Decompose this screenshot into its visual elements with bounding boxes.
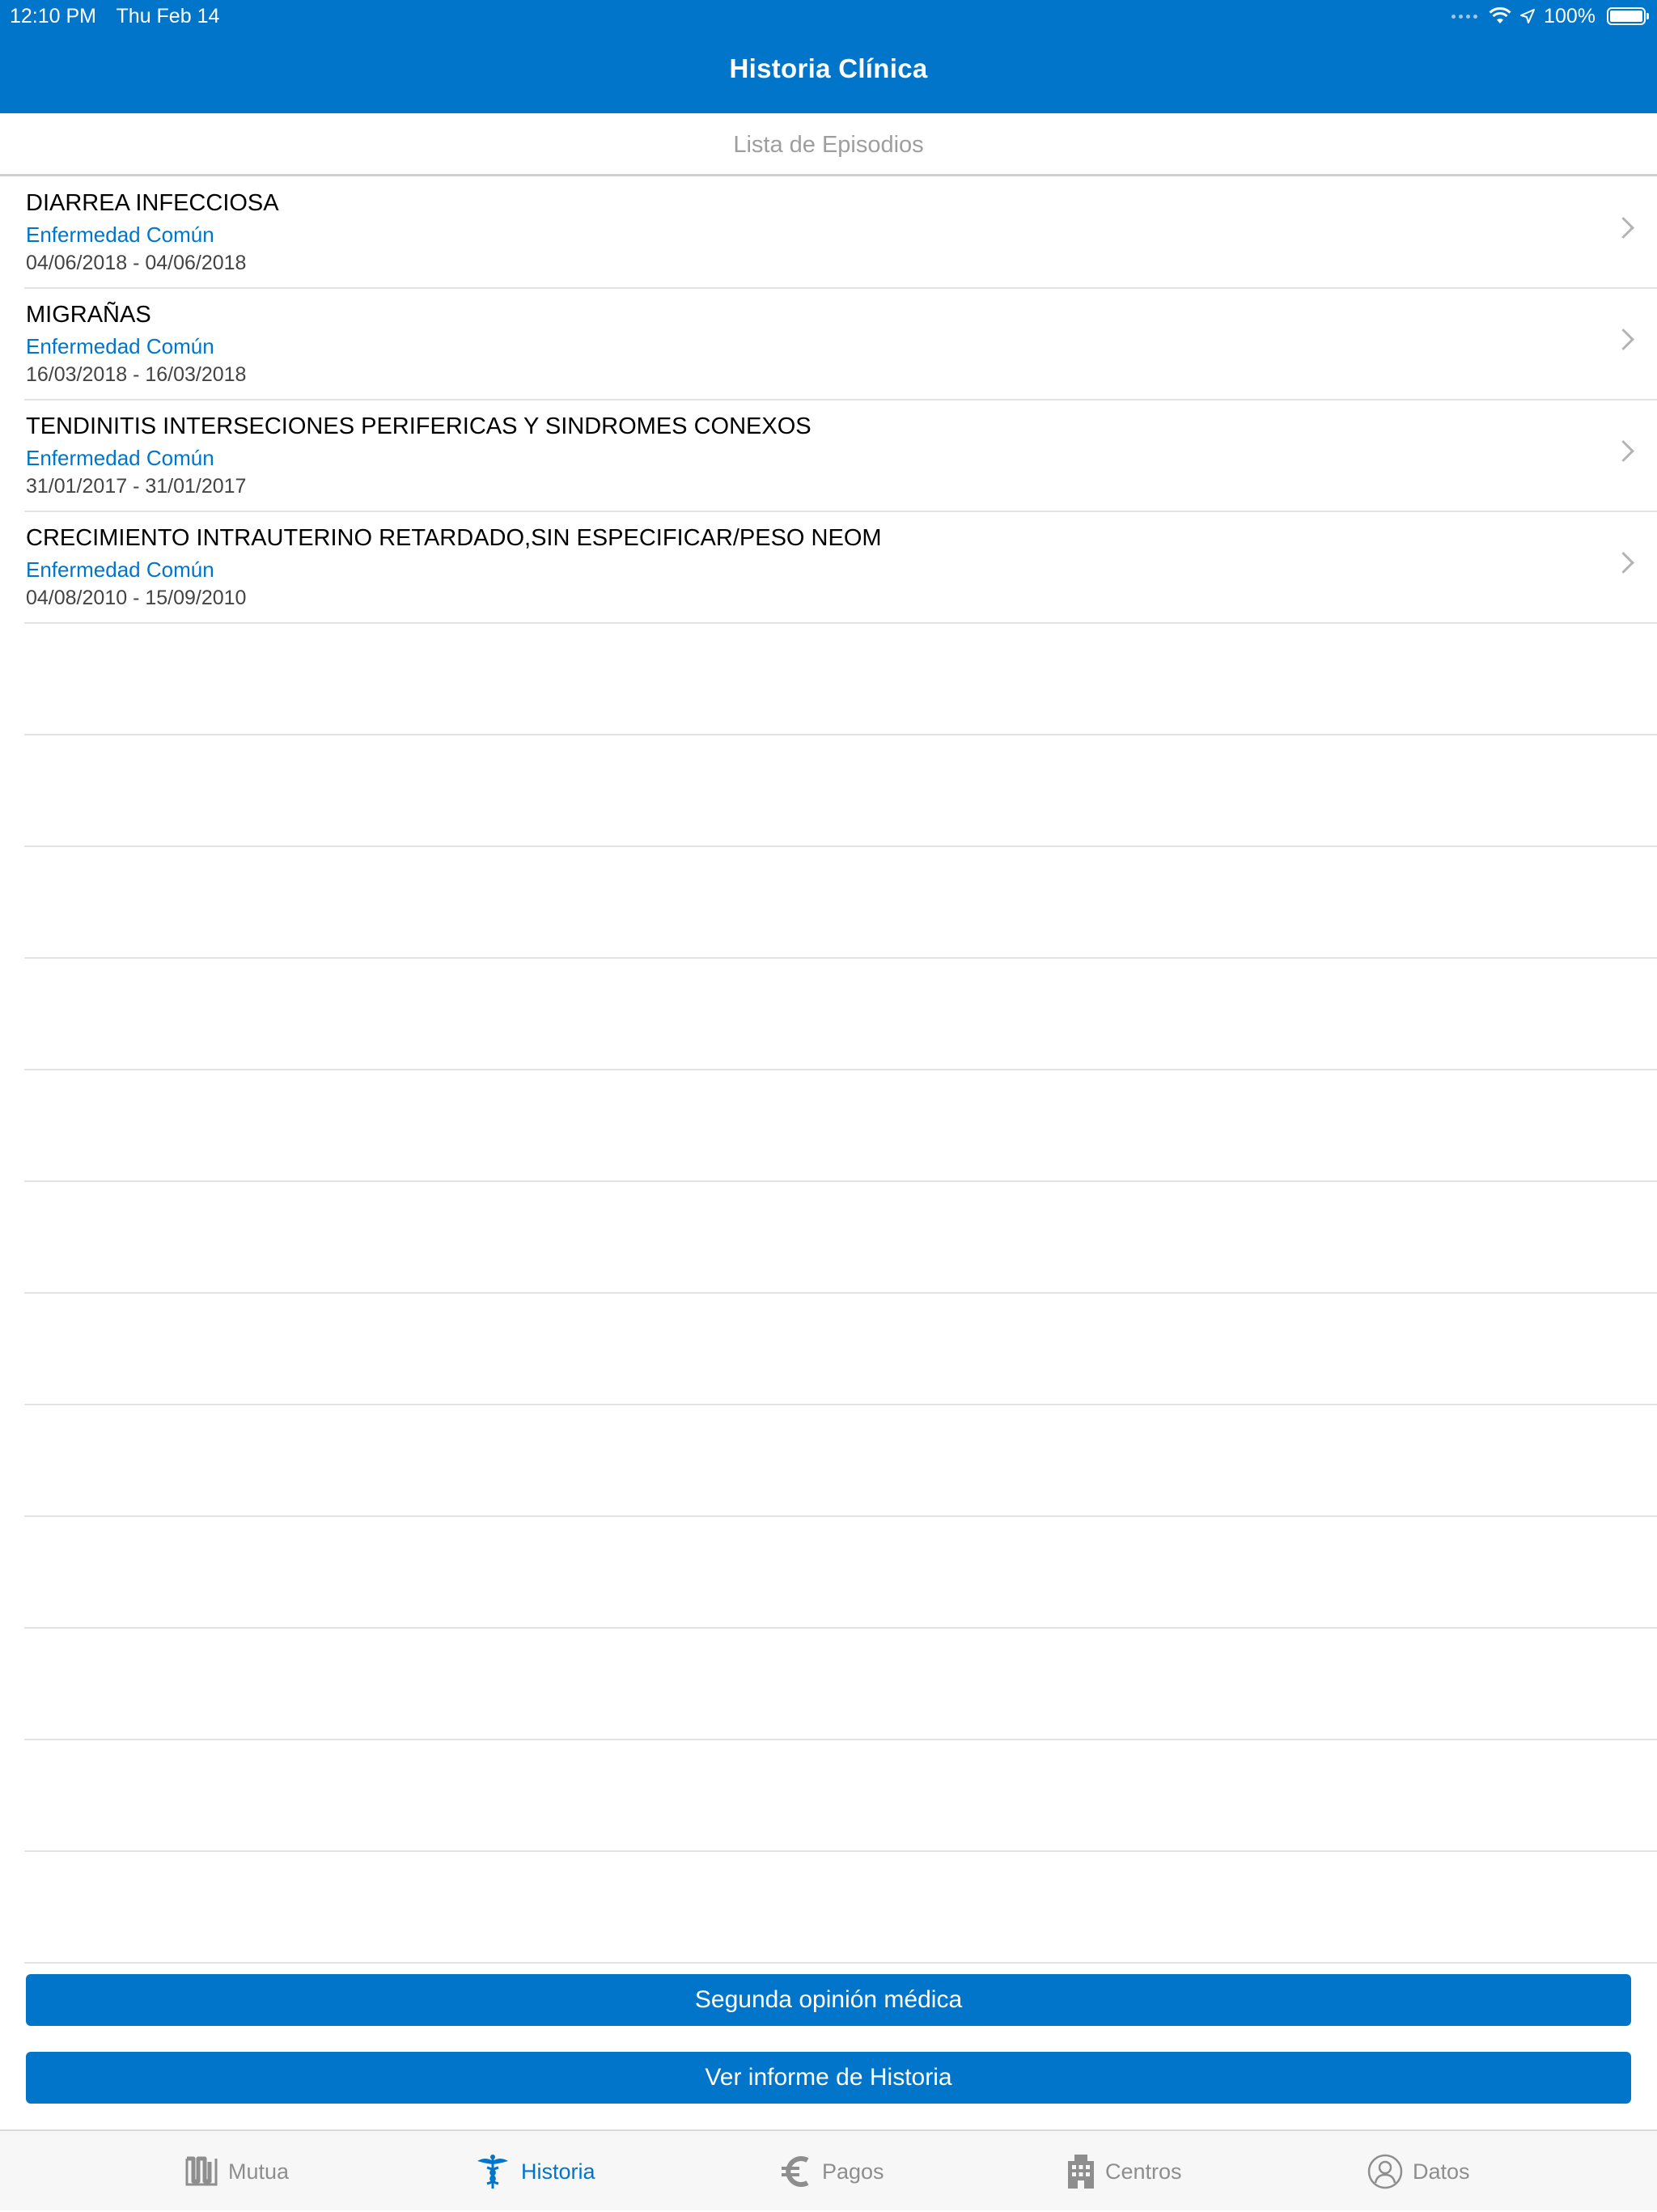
episode-type: Enfermedad Común <box>26 557 214 582</box>
empty-row <box>24 735 1657 847</box>
battery-percentage: 100% <box>1544 4 1596 28</box>
episode-title: CRECIMIENTO INTRAUTERINO RETARDADO,SIN E… <box>26 525 882 551</box>
episode-row[interactable]: TENDINITIS INTERSECIONES PERIFERICAS Y S… <box>24 400 1657 512</box>
building-icon <box>1068 2155 1094 2189</box>
tab-label: Datos <box>1413 2159 1470 2184</box>
tab-label: Centros <box>1105 2159 1182 2184</box>
empty-row <box>24 959 1657 1070</box>
chevron-right-icon <box>1613 328 1634 350</box>
episode-list: DIARREA INFECCIOSA Enfermedad Común 04/0… <box>0 177 1657 1964</box>
episode-type: Enfermedad Común <box>26 446 214 470</box>
tab-centros[interactable]: Centros <box>1066 2131 1182 2212</box>
episode-title: DIARREA INFECCIOSA <box>26 190 279 216</box>
empty-row <box>24 1294 1657 1405</box>
cellular-signal-icon <box>1451 14 1478 19</box>
second-opinion-button[interactable]: Segunda opinión médica <box>26 1974 1631 2026</box>
empty-row <box>24 1740 1657 1852</box>
tab-pagos[interactable]: Pagos <box>780 2131 884 2212</box>
episode-type: Enfermedad Común <box>26 222 214 247</box>
episode-title: MIGRAÑAS <box>26 302 151 328</box>
chevron-right-icon <box>1613 552 1634 574</box>
status-date: Thu Feb 14 <box>116 5 220 28</box>
wifi-icon <box>1489 7 1511 23</box>
empty-row <box>24 1070 1657 1182</box>
tab-label: Mutua <box>228 2159 290 2184</box>
empty-row <box>24 1852 1657 1964</box>
episode-row[interactable]: MIGRAÑAS Enfermedad Común 16/03/2018 - 1… <box>24 289 1657 400</box>
episode-dates: 31/01/2017 - 31/01/2017 <box>26 475 247 498</box>
caduceus-icon <box>477 2155 508 2189</box>
status-bar-right: 100% <box>1451 3 1649 29</box>
empty-row <box>24 1629 1657 1740</box>
status-bar-left: 12:10 PM Thu Feb 14 <box>10 3 234 29</box>
empty-row <box>24 847 1657 959</box>
episode-row[interactable]: DIARREA INFECCIOSA Enfermedad Común 04/0… <box>24 177 1657 289</box>
battery-icon <box>1607 7 1649 25</box>
tab-datos[interactable]: Datos <box>1367 2131 1470 2212</box>
tab-historia[interactable]: Historia <box>474 2131 595 2212</box>
view-report-button[interactable]: Ver informe de Historia <box>26 2052 1631 2104</box>
episode-row[interactable]: CRECIMIENTO INTRAUTERINO RETARDADO,SIN E… <box>24 512 1657 624</box>
tab-bar: Mutua Historia Pagos Centros Datos <box>0 2129 1657 2210</box>
tab-mutua[interactable]: Mutua <box>184 2131 289 2212</box>
empty-row <box>24 624 1657 735</box>
episode-type: Enfermedad Común <box>26 334 214 358</box>
empty-row <box>24 1182 1657 1294</box>
tab-label: Pagos <box>822 2159 884 2184</box>
empty-row <box>24 1405 1657 1517</box>
tab-label: Historia <box>521 2159 595 2184</box>
status-time: 12:10 PM <box>10 5 97 28</box>
location-arrow-icon <box>1520 9 1536 23</box>
mutua-logo-icon <box>185 2156 218 2186</box>
page-title: Historia Clínica <box>729 53 928 83</box>
chevron-right-icon <box>1613 217 1634 239</box>
episode-dates: 04/06/2018 - 04/06/2018 <box>26 252 247 274</box>
episode-dates: 16/03/2018 - 16/03/2018 <box>26 363 247 386</box>
euro-icon <box>782 2156 809 2187</box>
episode-title: TENDINITIS INTERSECIONES PERIFERICAS Y S… <box>26 413 812 439</box>
chevron-right-icon <box>1613 440 1634 462</box>
episode-dates: 04/08/2010 - 15/09/2010 <box>26 587 247 609</box>
app-header: 12:10 PM Thu Feb 14 100% Historia Clínic… <box>0 0 1657 113</box>
empty-row <box>24 1517 1657 1629</box>
user-icon <box>1367 2154 1403 2189</box>
section-header: Lista de Episodios <box>0 113 1657 176</box>
